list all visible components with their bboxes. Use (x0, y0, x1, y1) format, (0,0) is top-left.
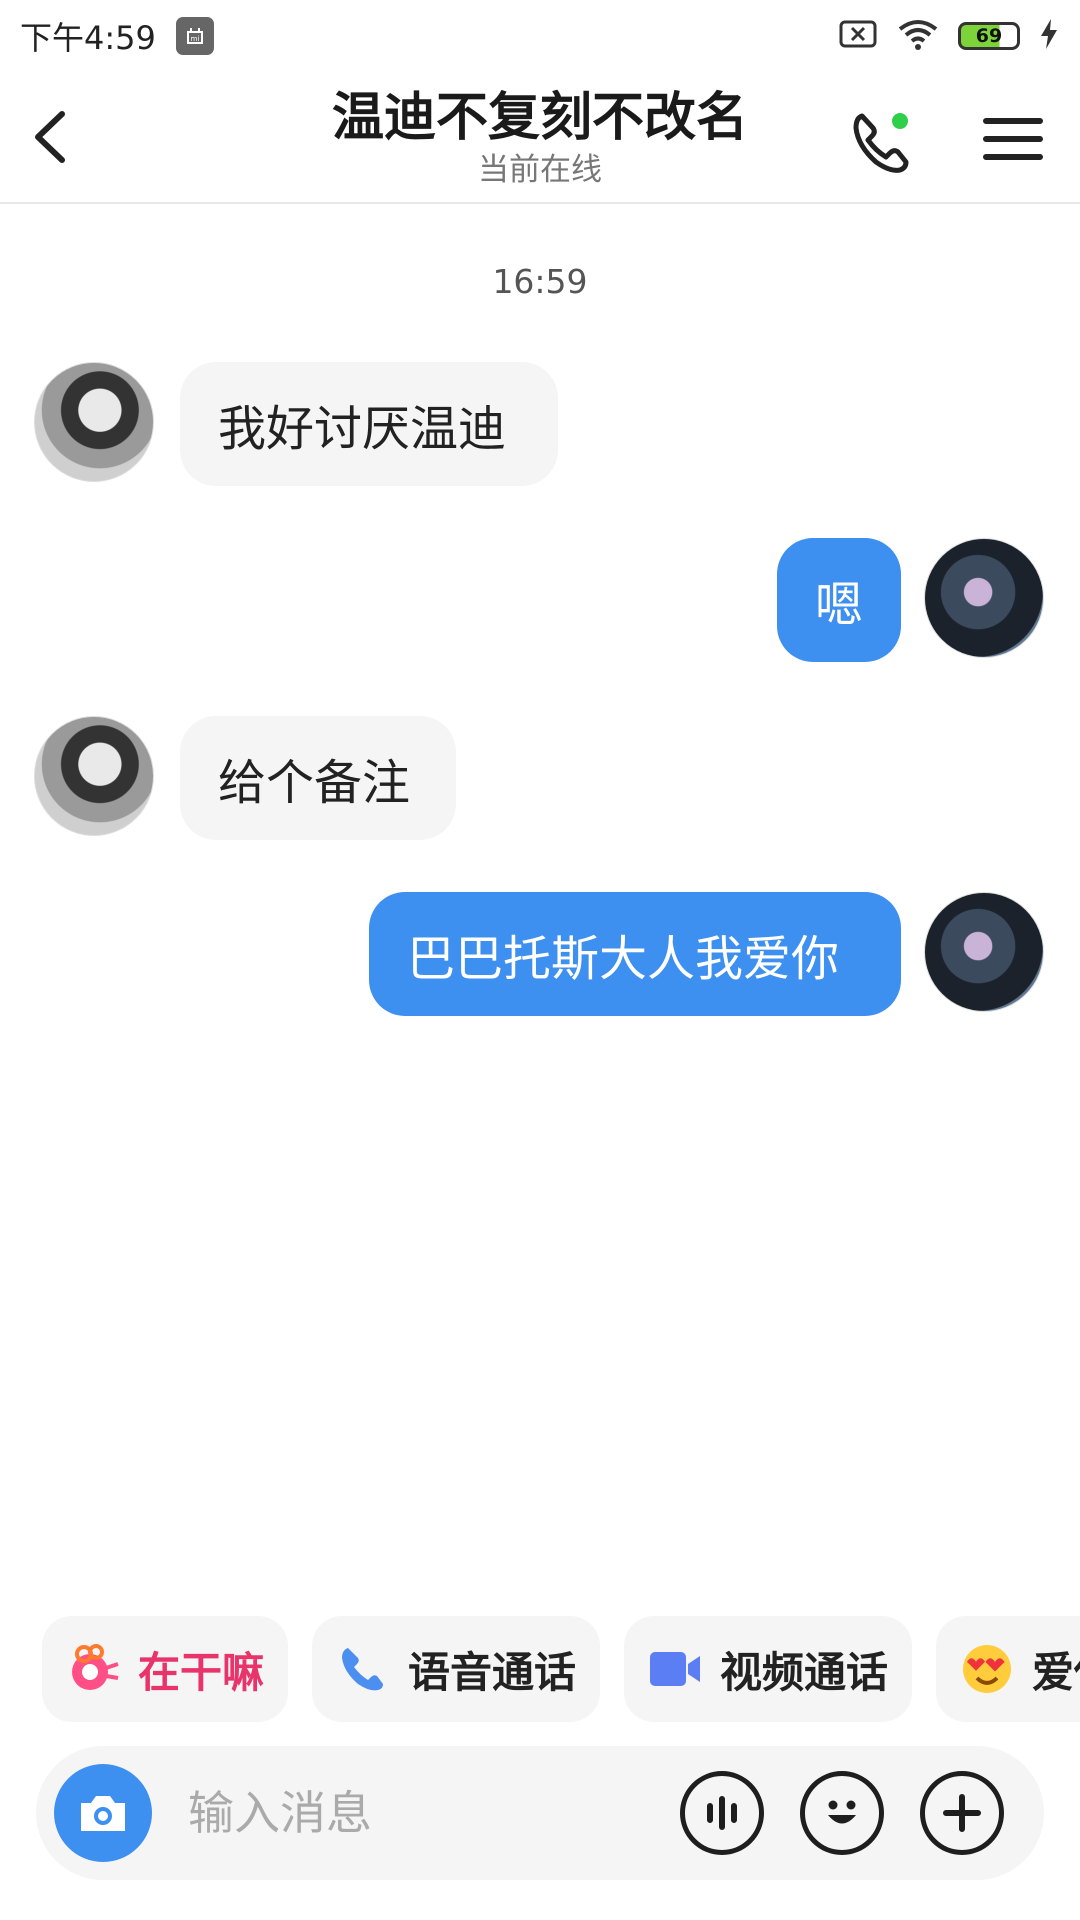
chat-header: 温迪不复刻不改名 当前在线 (0, 72, 1080, 204)
emoji-button[interactable] (800, 1771, 884, 1855)
chip-label: 语音通话 (408, 1647, 577, 1697)
page-title: 温迪不复刻不改名 (331, 88, 748, 148)
voice-wave-icon (707, 1796, 737, 1830)
mi-app-icon: mi (175, 17, 214, 55)
message-timestamp: 16:59 (492, 262, 588, 301)
outgoing-message-bubble[interactable]: 嗯 (777, 538, 901, 662)
chip-label: 视频通话 (720, 1647, 889, 1697)
hamburger-menu-icon (983, 118, 1043, 160)
chip-label: 爱你 (1032, 1647, 1080, 1697)
chip-label: 在干嘛 (138, 1647, 265, 1697)
quick-action-whatsup[interactable]: 在干嘛 (42, 1616, 288, 1722)
phone-icon (853, 113, 909, 173)
online-status: 当前在线 (478, 152, 602, 188)
incoming-message-bubble[interactable]: 我好讨厌温迪 (180, 362, 558, 486)
plus-icon (943, 1794, 981, 1832)
more-options-button[interactable] (920, 1771, 1004, 1855)
battery-level: 69 (975, 25, 1003, 47)
chat-screen: 下午4:59 mi 69 温迪不复刻不改名 当前在线 16:59 我好讨厌温迪 … (0, 0, 1080, 1920)
quick-actions-row[interactable]: 在干嘛 语音通话 视频通话 爱你 (0, 1616, 1080, 1722)
message-text: 给个备注 (218, 755, 411, 811)
quick-action-voice-call[interactable]: 语音通话 (312, 1616, 600, 1722)
incoming-message-bubble[interactable]: 给个备注 (180, 716, 456, 840)
gift-mascot-icon (72, 1644, 119, 1690)
quick-action-love[interactable]: 爱你 (936, 1616, 1080, 1722)
message-input[interactable] (186, 1773, 676, 1853)
menu-button[interactable] (982, 108, 1044, 170)
voice-input-button[interactable] (680, 1771, 764, 1855)
svg-text:mi: mi (190, 35, 199, 43)
charging-icon (1038, 17, 1060, 55)
battery-icon: 69 (958, 22, 1020, 50)
outgoing-message-bubble[interactable]: 巴巴托斯大人我爱你 (369, 892, 901, 1016)
heart-eyes-emoji-icon (963, 1645, 1011, 1693)
status-indicators: 69 (838, 17, 1060, 55)
message-text: 巴巴托斯大人我爱你 (407, 931, 840, 987)
contact-avatar[interactable] (34, 716, 154, 836)
my-avatar[interactable] (924, 538, 1044, 658)
status-bar: 下午4:59 mi 69 (0, 0, 1080, 72)
wifi-icon (896, 17, 940, 55)
quick-action-video-call[interactable]: 视频通话 (624, 1616, 912, 1722)
status-time: 下午4:59 (20, 19, 156, 57)
camera-icon (81, 1796, 125, 1831)
voice-call-button[interactable] (848, 106, 918, 176)
contact-avatar[interactable] (34, 362, 154, 482)
message-text: 嗯 (814, 577, 863, 633)
phone-icon (342, 1648, 383, 1691)
message-text: 我好讨厌温迪 (218, 401, 507, 457)
back-button[interactable] (24, 102, 84, 172)
video-camera-icon (650, 1652, 700, 1686)
camera-button[interactable] (54, 1764, 152, 1862)
smiley-icon (828, 1800, 856, 1824)
chevron-left-icon (35, 111, 65, 163)
message-input-bar (36, 1746, 1044, 1880)
my-avatar[interactable] (924, 892, 1044, 1012)
sim-off-icon (838, 18, 878, 54)
title-block: 温迪不复刻不改名 当前在线 (200, 86, 880, 190)
